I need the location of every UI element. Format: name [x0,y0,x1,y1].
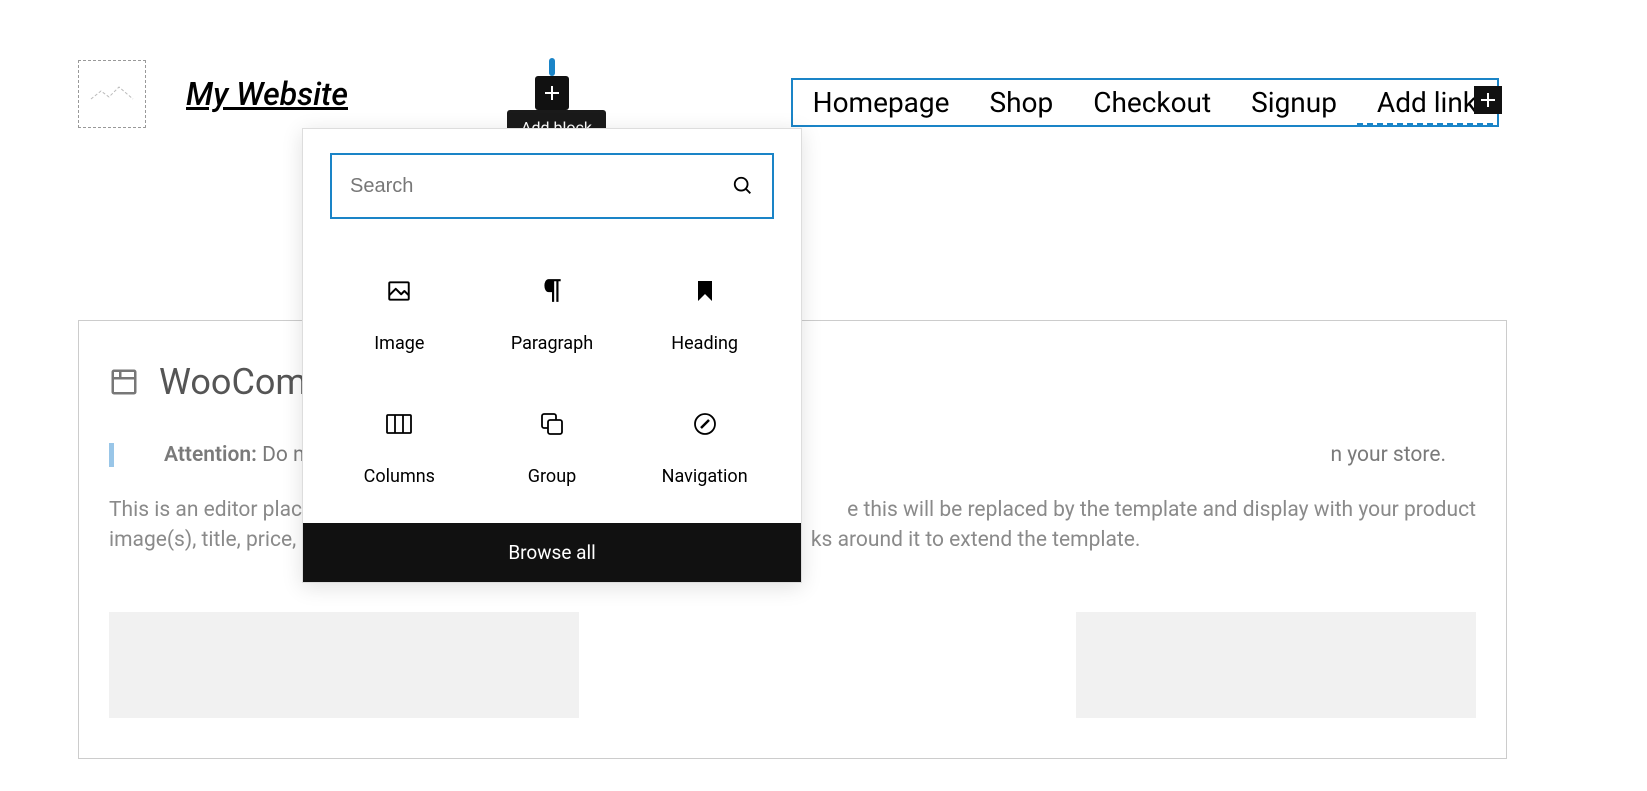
bookmark-icon [696,279,714,303]
block-label: Image [374,333,424,354]
nav-item-checkout[interactable]: Checkout [1073,80,1231,125]
group-icon [539,411,565,437]
placeholder-box-left [109,612,579,718]
photo-placeholder-icon [89,81,135,107]
search-icon [732,175,754,197]
nav-item-homepage[interactable]: Homepage [793,80,970,125]
plus-icon [1479,91,1497,109]
placeholder-blocks [109,612,1476,718]
block-option-heading[interactable]: Heading [628,249,781,370]
block-grid: Image Paragraph Heading Columns Group Na… [303,237,801,523]
block-label: Paragraph [511,333,593,354]
nav-add-button[interactable] [1474,86,1502,114]
attention-right-text: n your store. [1330,443,1446,467]
block-label: Heading [671,333,738,354]
attention-label: Attention: [164,443,257,467]
block-option-group[interactable]: Group [476,382,629,503]
compass-icon [692,411,718,437]
insertion-indicator [549,58,555,76]
columns-icon [385,413,413,435]
block-option-paragraph[interactable]: Paragraph [476,249,629,370]
layout-icon [109,367,139,397]
site-title[interactable]: My Website [186,75,348,113]
main-navigation[interactable]: Homepage Shop Checkout Signup Add link [791,78,1499,127]
block-label: Navigation [662,466,748,487]
image-icon [386,278,412,304]
block-option-image[interactable]: Image [323,249,476,370]
browse-all-button[interactable]: Browse all [303,523,801,582]
block-label: Columns [364,466,435,487]
nav-item-signup[interactable]: Signup [1231,80,1357,125]
plus-icon [542,83,562,103]
nav-item-shop[interactable]: Shop [969,80,1073,125]
block-title: WooCom [159,361,307,403]
paragraph-icon [541,278,563,304]
placeholder-box-right [1076,612,1476,718]
block-option-columns[interactable]: Columns [323,382,476,503]
block-search[interactable] [330,153,774,219]
block-inserter-popover: Image Paragraph Heading Columns Group Na… [302,128,802,583]
add-block-button[interactable] [535,76,569,110]
search-input[interactable] [350,175,732,198]
site-logo-placeholder[interactable] [78,60,146,128]
block-option-navigation[interactable]: Navigation [628,382,781,503]
block-label: Group [528,466,576,487]
